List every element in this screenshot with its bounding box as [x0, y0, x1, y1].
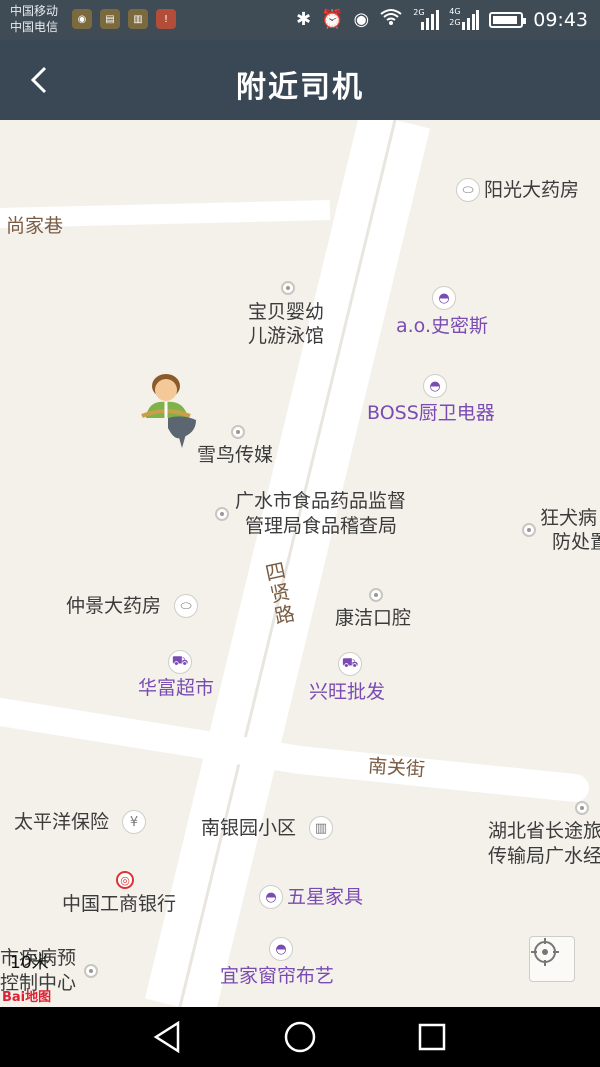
signal-icon-1: 2G — [413, 8, 440, 30]
crosshair-icon — [531, 938, 559, 966]
road-label-street: 南关街 — [367, 755, 426, 781]
system-nav-bar — [0, 1007, 600, 1067]
circle-home-icon[interactable] — [282, 1019, 318, 1055]
map-logo: Bai地图 — [2, 990, 52, 1005]
yen-icon: ¥ — [122, 810, 146, 834]
poi-yijia[interactable]: 宜家窗帘布艺 — [220, 964, 334, 988]
poi-xingwang[interactable]: 兴旺批发 — [309, 680, 385, 704]
alarm-icon: ⏰ — [321, 9, 344, 30]
eye-icon: ◉ — [353, 9, 370, 30]
notification-icons: ◉ ▤ ▥ ! — [72, 9, 176, 29]
battery-icon — [489, 11, 527, 28]
wallet-notify-icon: ▤ — [100, 9, 120, 29]
bank-icon: ◎ — [116, 871, 134, 889]
poi-dot-icon — [369, 588, 383, 602]
signal-icon-2: 4G 2G — [449, 7, 480, 30]
clock: 09:43 — [533, 8, 588, 31]
status-bar: 中国移动 中国电信 ◉ ▤ ▥ ! ✱ ⏰ ◉ 2G 4G 2G 09:43 — [0, 0, 600, 40]
map-scale: 10米 — [10, 953, 49, 973]
wifi-icon — [379, 8, 403, 31]
driver-marker[interactable] — [138, 358, 200, 450]
carrier-info: 中国移动 中国电信 — [10, 3, 58, 35]
alert-notify-icon: ! — [156, 9, 176, 29]
carrier-2: 中国电信 — [10, 20, 59, 34]
poi-dot-icon — [215, 507, 229, 521]
cart-icon: ⛟ — [338, 652, 362, 676]
poi-kuangquan-line2[interactable]: 防处置 — [552, 530, 600, 554]
carrier-1: 中国移动 — [10, 4, 59, 18]
map-notify-icon: ◉ — [72, 9, 92, 29]
map-roads — [0, 120, 589, 1007]
map-view[interactable]: 尚家巷 四贤路 南关街 ⬭ 阳光大药房 宝贝婴幼 儿游泳馆 ◓ a.o.史密斯 … — [0, 120, 600, 1007]
page-title: 附近司机 — [236, 70, 364, 105]
residence-icon: ▥ — [309, 816, 333, 840]
shop-bag-icon: ◓ — [269, 937, 293, 961]
road-label-alley: 尚家巷 — [6, 215, 64, 237]
bluetooth-icon: ✱ — [296, 9, 312, 30]
title-bar: 附近司机 — [0, 40, 600, 120]
pharmacy-icon: ⬭ — [174, 594, 198, 618]
poi-dot-icon — [522, 523, 536, 537]
app-notify-icon: ▥ — [128, 9, 148, 29]
poi-dot-icon — [281, 281, 295, 295]
shop-bag-icon: ◓ — [259, 885, 283, 909]
poi-taipingyang[interactable]: 太平洋保险 — [14, 810, 109, 834]
poi-dot-icon — [84, 964, 98, 978]
poi-shipin-line2[interactable]: 管理局食品稽查局 — [245, 514, 397, 538]
poi-kangjie[interactable]: 康洁口腔 — [335, 606, 411, 630]
poi-hubei-line1[interactable]: 湖北省长途旅 — [488, 819, 600, 843]
poi-baobei-line1[interactable]: 宝贝婴幼 — [248, 300, 324, 324]
poi-yangguang-pharmacy[interactable]: 阳光大药房 — [484, 178, 579, 202]
pharmacy-icon: ⬭ — [456, 178, 480, 202]
poi-baobei-line2[interactable]: 儿游泳馆 — [248, 324, 324, 348]
poi-kuangquan-line1[interactable]: 狂犬病 — [540, 506, 597, 530]
cart-icon: ⛟ — [168, 650, 192, 674]
poi-ao-smith[interactable]: a.o.史密斯 — [396, 314, 488, 338]
poi-dot-icon — [575, 801, 589, 815]
poi-zhongjing-pharmacy[interactable]: 仲景大药房 — [66, 594, 161, 618]
shop-bag-icon: ◓ — [423, 374, 447, 398]
poi-nanyinyuan[interactable]: 南银园小区 — [201, 816, 296, 840]
triangle-back-icon[interactable] — [150, 1019, 186, 1055]
status-indicators: ✱ ⏰ ◉ 2G 4G 2G 09:43 — [296, 7, 588, 31]
locate-button[interactable] — [529, 936, 575, 982]
square-recent-icon[interactable] — [414, 1019, 450, 1055]
shop-bag-icon: ◓ — [432, 286, 456, 310]
poi-boss[interactable]: BOSS厨卫电器 — [367, 401, 495, 425]
poi-huafu[interactable]: 华富超市 — [138, 676, 214, 700]
poi-dot-icon — [231, 425, 245, 439]
poi-wuxing[interactable]: 五星家具 — [287, 885, 363, 909]
poi-gongshang-bank[interactable]: 中国工商银行 — [62, 892, 176, 916]
poi-xueniao[interactable]: 雪鸟传媒 — [197, 443, 273, 467]
poi-shipin-line1[interactable]: 广水市食品药品监督 — [235, 489, 406, 513]
poi-hubei-line2[interactable]: 传输局广水经 — [488, 844, 600, 868]
driver-avatar-icon — [141, 374, 196, 448]
